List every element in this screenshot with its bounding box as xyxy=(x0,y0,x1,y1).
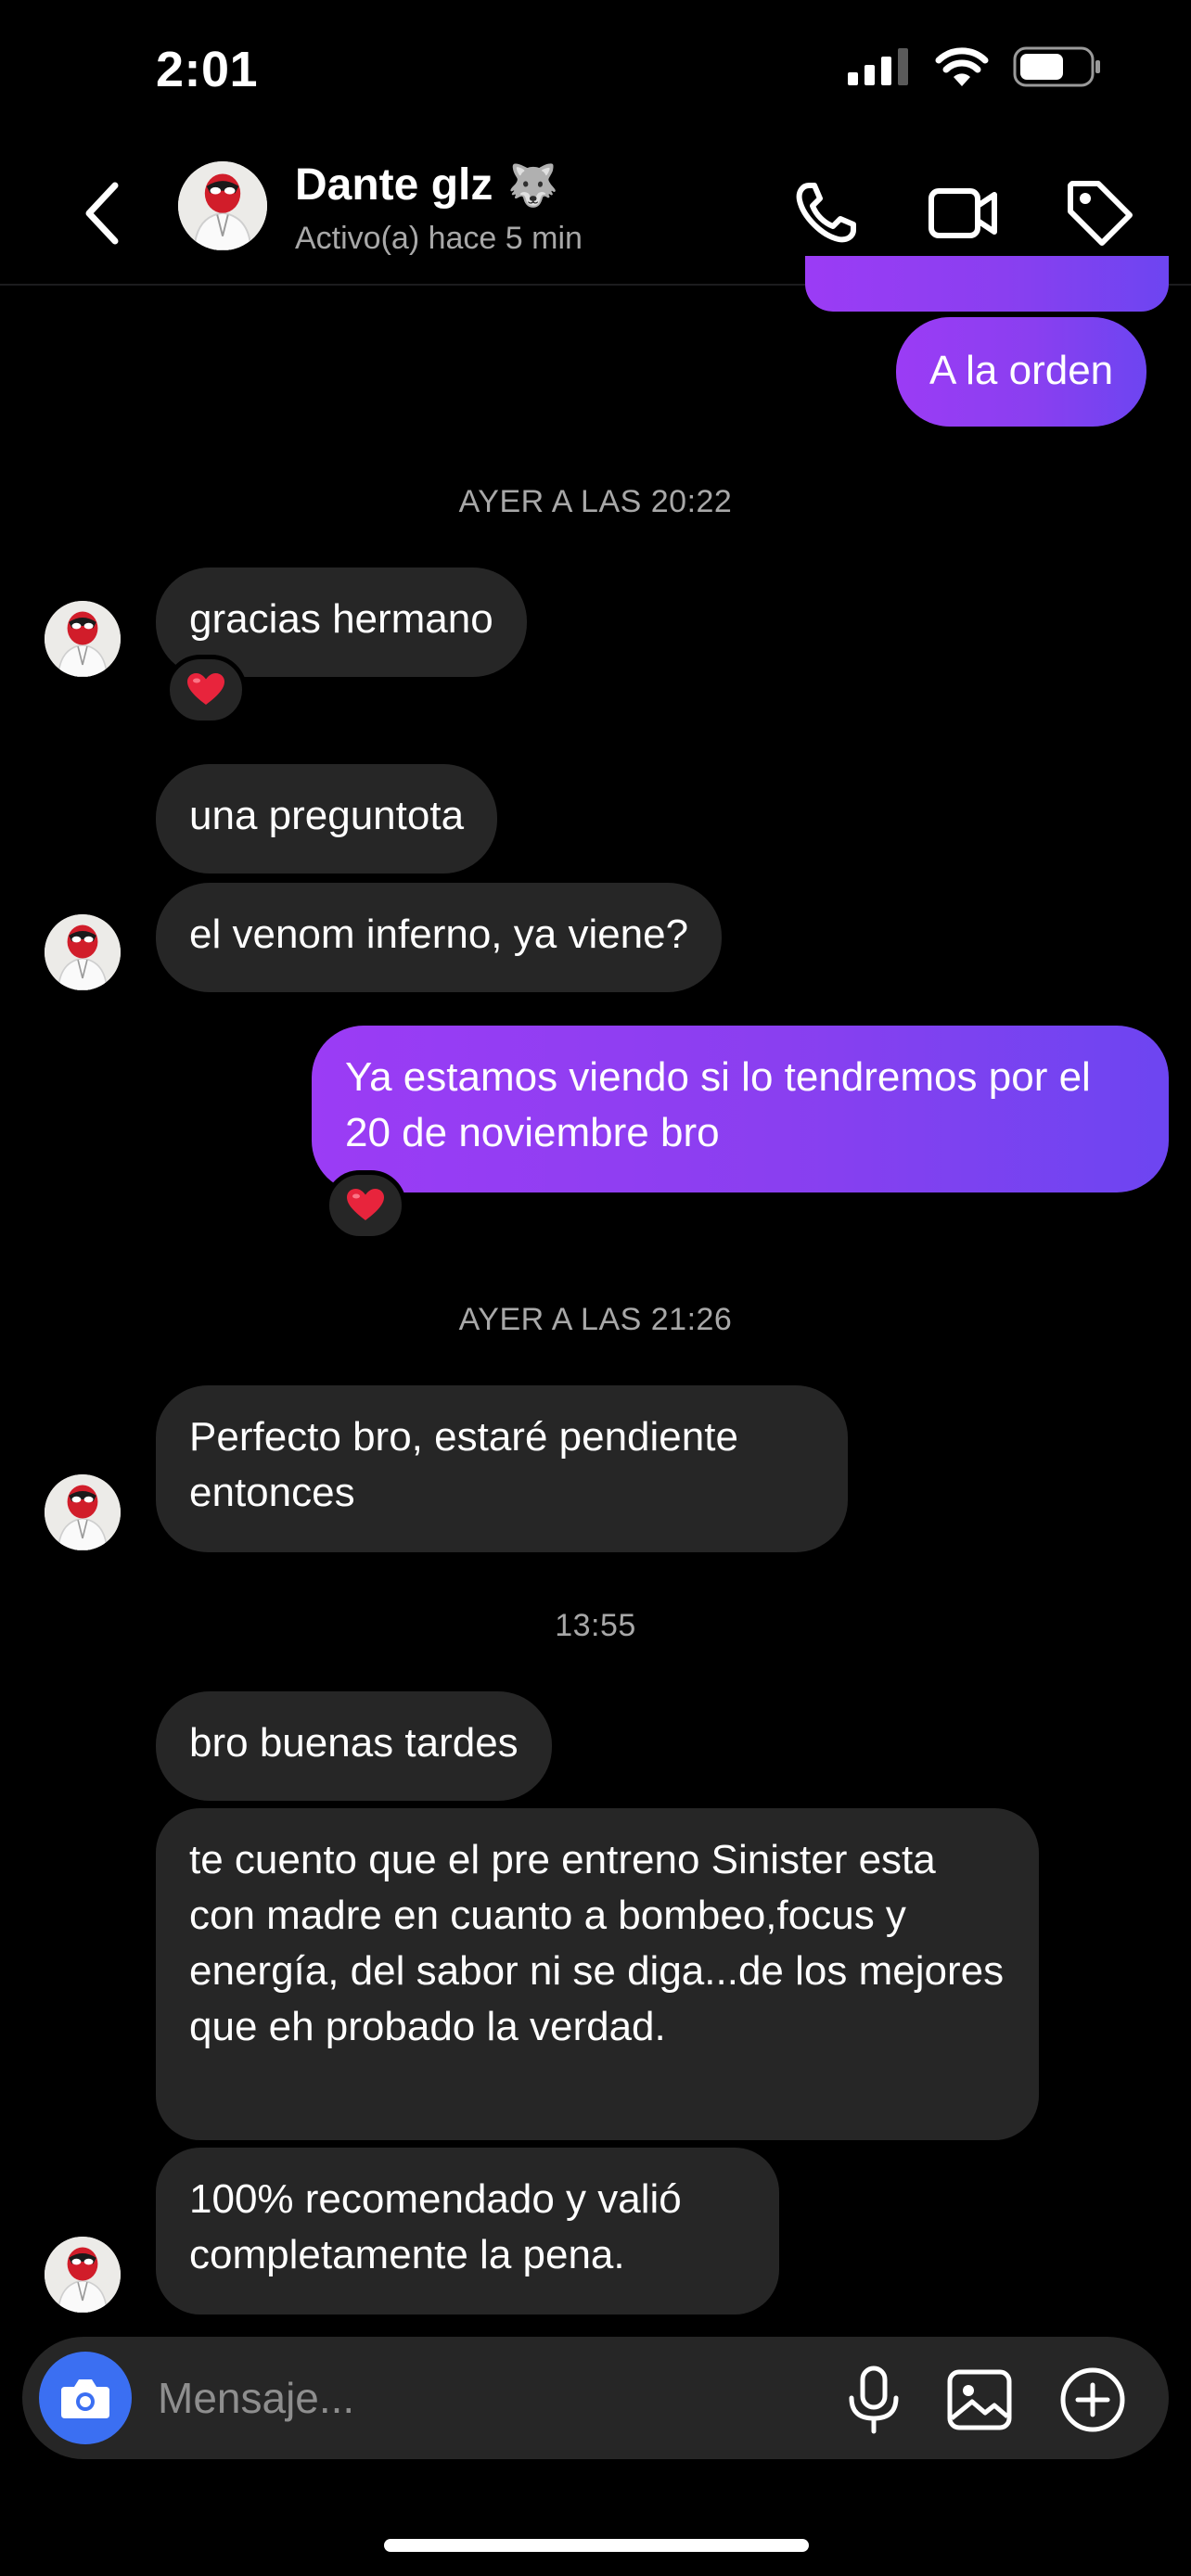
incoming-message[interactable]: una preguntota xyxy=(156,764,498,874)
sender-avatar[interactable] xyxy=(45,914,121,990)
incoming-message[interactable]: te cuento que el pre entreno Sinister es… xyxy=(156,1808,1039,2140)
outgoing-message[interactable]: A la orden xyxy=(896,317,1147,427)
sender-avatar[interactable] xyxy=(45,1474,121,1550)
status-time: 2:01 xyxy=(156,42,259,97)
battery-icon xyxy=(1013,46,1100,87)
timestamp: AYER A LAS 21:26 xyxy=(458,1302,733,1337)
contact-avatar[interactable] xyxy=(178,161,267,250)
outgoing-message[interactable]: Ya estamos viendo si lo tendremos por el… xyxy=(312,1026,1169,1192)
incoming-message[interactable]: Perfecto bro, estaré pendiente entonces xyxy=(156,1385,848,1552)
activity-status: Activo(a) hace 5 min xyxy=(295,221,583,256)
heart-icon xyxy=(347,1189,384,1222)
gallery-icon[interactable] xyxy=(944,2365,1015,2435)
incoming-message[interactable]: el venom inferno, ya viene? xyxy=(156,883,723,992)
reaction-badge[interactable] xyxy=(165,655,247,725)
video-camera-icon[interactable] xyxy=(926,176,1000,250)
heart-icon xyxy=(187,673,224,707)
reaction-badge[interactable] xyxy=(325,1170,406,1241)
camera-icon xyxy=(61,2379,109,2418)
message-composer xyxy=(22,2337,1169,2459)
status-icons xyxy=(848,46,1102,87)
sender-avatar[interactable] xyxy=(45,601,121,677)
signal-icon xyxy=(848,48,908,85)
incoming-message[interactable]: bro buenas tardes xyxy=(156,1691,552,1801)
message-input[interactable] xyxy=(156,2365,824,2431)
contact-name[interactable]: Dante glz 🐺 xyxy=(295,159,558,210)
incoming-message[interactable]: 100% recomendado y valió completamente l… xyxy=(156,2148,779,2315)
back-icon[interactable] xyxy=(74,176,130,250)
microphone-icon[interactable] xyxy=(839,2365,909,2435)
timestamp: 13:55 xyxy=(555,1608,636,1643)
wifi-icon xyxy=(935,47,989,86)
phone-icon[interactable] xyxy=(788,176,863,250)
tag-icon[interactable] xyxy=(1063,176,1137,250)
outgoing-message-partial[interactable] xyxy=(805,256,1169,312)
contact-emoji: 🐺 xyxy=(507,162,559,209)
sender-avatar[interactable] xyxy=(45,2237,121,2313)
camera-button[interactable] xyxy=(39,2352,132,2444)
plus-circle-icon[interactable] xyxy=(1057,2365,1128,2435)
contact-name-text: Dante glz xyxy=(295,160,493,210)
timestamp: AYER A LAS 20:22 xyxy=(458,484,733,519)
home-indicator[interactable] xyxy=(384,2539,809,2552)
